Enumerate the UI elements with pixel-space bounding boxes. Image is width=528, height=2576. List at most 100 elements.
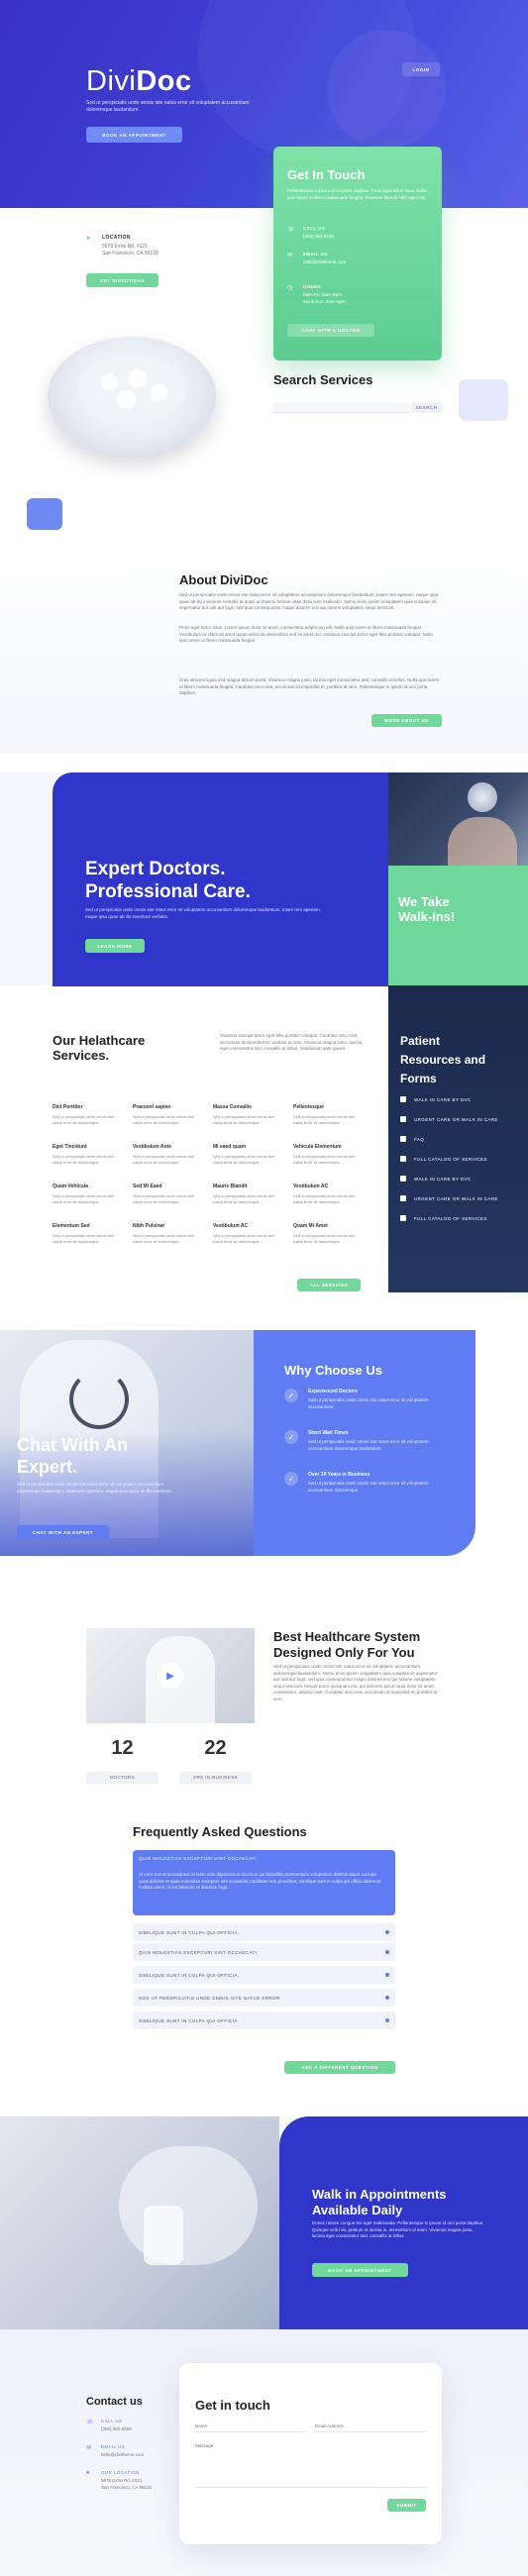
contact-email-value[interactable]: hello@divitheme.com	[101, 2452, 144, 2457]
service-item[interactable]: Massa Convallis Sed ut perspiciatis unde …	[213, 1104, 284, 1125]
login-button[interactable]: Login	[402, 62, 440, 76]
service-item[interactable]: Vehicula Elementum Sed ut perspiciatis un…	[293, 1144, 365, 1165]
service-item-text: Sed ut perspiciatis unde omnis iste natu…	[53, 1193, 114, 1204]
search-button[interactable]: Search	[411, 402, 442, 413]
location-address-1: 5678 Extra Rd. #321	[102, 244, 148, 250]
walkin-book-button[interactable]: Book an Appointment	[312, 2263, 408, 2277]
service-item-title: Vestibulum Ante	[133, 1144, 171, 1150]
patient-form-link[interactable]: Walk in care by DVC	[400, 1096, 524, 1102]
service-item-text: Sed ut perspiciatis unde omnis iste natu…	[213, 1114, 274, 1125]
faq-item[interactable]: Quis molestias excepturi sint occaecati	[133, 1943, 395, 1961]
play-icon[interactable]: ▶	[158, 1663, 183, 1689]
about-title: About DiviDoc	[179, 572, 268, 587]
service-item-title: Eget Tincidunt	[53, 1144, 87, 1150]
book-appointment-button[interactable]: Book an Appointment	[86, 127, 182, 143]
service-item[interactable]: Quam Mi Amet Sed ut perspiciatis unde omn…	[293, 1223, 365, 1244]
service-item-title: Praesent sapien	[133, 1104, 171, 1110]
service-item[interactable]: Quam Vehicula Sed ut perspiciatis unde om…	[53, 1184, 124, 1204]
faq-item[interactable]: Similique sunt in culpa qui officia.	[133, 1966, 395, 1984]
check-circle-icon: ✓	[284, 1389, 298, 1402]
expand-icon[interactable]	[385, 1973, 389, 1977]
service-item[interactable]: Pellentesque Sed ut perspiciatis unde omn…	[293, 1104, 365, 1125]
why-choose-title: Why Choose Us	[284, 1363, 382, 1378]
video-thumbnail[interactable]: ▶	[86, 1628, 255, 1723]
faq-item[interactable]: Similique sunt in culpa qui officia.	[133, 2011, 395, 2029]
service-item-text: Sed ut perspiciatis unde omnis iste natu…	[213, 1193, 274, 1204]
expand-icon[interactable]	[385, 1930, 389, 1934]
service-item[interactable]: Vestibulum AC Sed ut perspiciatis unde om…	[213, 1223, 284, 1244]
patient-form-link[interactable]: Walk in care by DVC	[400, 1176, 524, 1182]
service-item[interactable]: Vestibulum AC Sed ut perspiciatis unde om…	[293, 1184, 365, 1204]
hands-shape	[119, 2146, 258, 2265]
learn-more-button[interactable]: Learn More	[85, 939, 145, 953]
email-value[interactable]: hello@divitheme.com	[303, 259, 346, 264]
stethoscope-curve	[69, 1370, 129, 1429]
ask-question-button[interactable]: Ask a Different Question	[284, 2061, 395, 2074]
contact-call-label: Call Us	[101, 2419, 123, 2423]
expand-icon[interactable]	[385, 1996, 389, 2000]
logo-light-text: Divi	[86, 65, 137, 97]
experts-title-2: Professional Care.	[85, 881, 251, 902]
service-item-title: Pellentesque	[293, 1104, 324, 1110]
chat-expert-text: Sed ut perspiciatis unde omnis iste natu…	[17, 1482, 173, 1494]
service-item[interactable]: Elementum Sed Sed ut perspiciatis unde om…	[53, 1223, 124, 1244]
email-input[interactable]	[315, 2421, 427, 2432]
stat-years-label: Yrs In Business	[179, 1772, 252, 1784]
search-input[interactable]	[273, 402, 409, 413]
contact-location-1: 5678 Extra Rd. #321	[101, 2478, 143, 2483]
service-item-title: Quam Mi Amet	[293, 1223, 328, 1229]
contact-call-value[interactable]: (255) 352-6258	[101, 2426, 132, 2431]
service-item[interactable]: Mauris Blandit Sed ut perspiciatis unde o…	[213, 1184, 284, 1204]
service-item[interactable]: Eget Tincidunt Sed ut perspiciatis unde o…	[53, 1144, 124, 1165]
message-textarea[interactable]	[195, 2443, 427, 2488]
get-directions-button[interactable]: Get Directions	[86, 273, 158, 287]
walkin-image	[0, 2116, 279, 2329]
service-item[interactable]: Dict Porttitor Sed ut perspiciatis unde o…	[53, 1104, 124, 1125]
contact-email-label: Email Us	[101, 2444, 126, 2449]
name-input[interactable]	[195, 2421, 307, 2432]
chat-with-doctor-button[interactable]: Chat With A Doctor	[287, 324, 374, 337]
chat-expert-image: Chat With An Expert. Sed ut perspiciatis…	[0, 1330, 254, 1556]
check-circle-icon: ✓	[284, 1430, 298, 1444]
chat-with-expert-button[interactable]: Chat With An Expert	[17, 1525, 109, 1539]
patient-form-label: Walk in care by DVC	[414, 1096, 472, 1102]
walkin-title-1: Walk in Appointments	[312, 2187, 447, 2202]
service-item-title: Quam Vehicula	[53, 1184, 88, 1189]
service-item-text: Sed ut perspiciatis unde omnis iste natu…	[133, 1193, 194, 1204]
clock-icon: ◷	[287, 285, 293, 291]
patient-form-link[interactable]: Full catalog of services	[400, 1215, 524, 1221]
faq-open-item[interactable]: Quis molestias excepturi sint occaecati …	[133, 1850, 395, 1915]
more-about-us-button[interactable]: More About Us	[371, 714, 442, 727]
patient-form-link[interactable]: FAQ	[400, 1136, 524, 1142]
service-item-title: Elementum Sed	[53, 1223, 90, 1229]
service-item[interactable]: Mi eaed quam Sed ut perspiciatis unde omn…	[213, 1144, 284, 1165]
chat-expert-title-2: Expert.	[17, 1457, 78, 1477]
patient-form-link[interactable]: Full catalog of services	[400, 1156, 524, 1162]
service-item-title: Mi eaed quam	[213, 1144, 247, 1150]
service-item-title: Vestibulum AC	[293, 1184, 329, 1189]
submit-button[interactable]: Submit	[387, 2499, 426, 2512]
patient-form-link[interactable]: Urgent care or walk in care	[400, 1116, 524, 1122]
patient-form-link[interactable]: Urgent care or walk in care	[400, 1195, 524, 1201]
service-item[interactable]: Praesent sapien Sed ut perspiciatis unde …	[133, 1104, 204, 1125]
walkins-panel: We Take Walk-Ins!	[388, 866, 528, 985]
service-item[interactable]: Nibh Pulvinar Sed ut perspiciatis unde om…	[133, 1223, 204, 1244]
pill-bottle-shape	[144, 2206, 183, 2265]
faq-item[interactable]: Nos ut perspiciatis unde omnis iste natu…	[133, 1989, 395, 2007]
service-item-title: Dict Porttitor	[53, 1104, 83, 1110]
contact-form-title: Get in touch	[195, 2398, 270, 2413]
patient-forms-title-1: Patient	[400, 1034, 441, 1048]
services-intro: Vivamus suscipit tortor eget felis portt…	[220, 1033, 363, 1051]
checkbox-icon	[400, 1176, 406, 1182]
expand-icon[interactable]	[385, 1950, 389, 1954]
faq-question: Nos ut perspiciatis unde omnis iste natu…	[139, 1995, 280, 2001]
service-item[interactable]: Sed Mi Eaed Sed ut perspiciatis unde omni…	[133, 1184, 204, 1204]
all-services-button[interactable]: All Services	[297, 1279, 361, 1291]
call-value[interactable]: (255) 352-6258	[303, 234, 334, 239]
faq-item[interactable]: Similique sunt in culpa qui officia.	[133, 1923, 395, 1941]
faq-question: Quis molestias excepturi sint occaecati	[139, 1949, 258, 1955]
site-logo[interactable]: DiviDoc	[86, 65, 192, 98]
expand-icon[interactable]	[385, 2018, 389, 2022]
walkins-title-2: Walk-Ins!	[398, 909, 456, 924]
service-item[interactable]: Vestibulum Ante Sed ut perspiciatis unde …	[133, 1144, 204, 1165]
